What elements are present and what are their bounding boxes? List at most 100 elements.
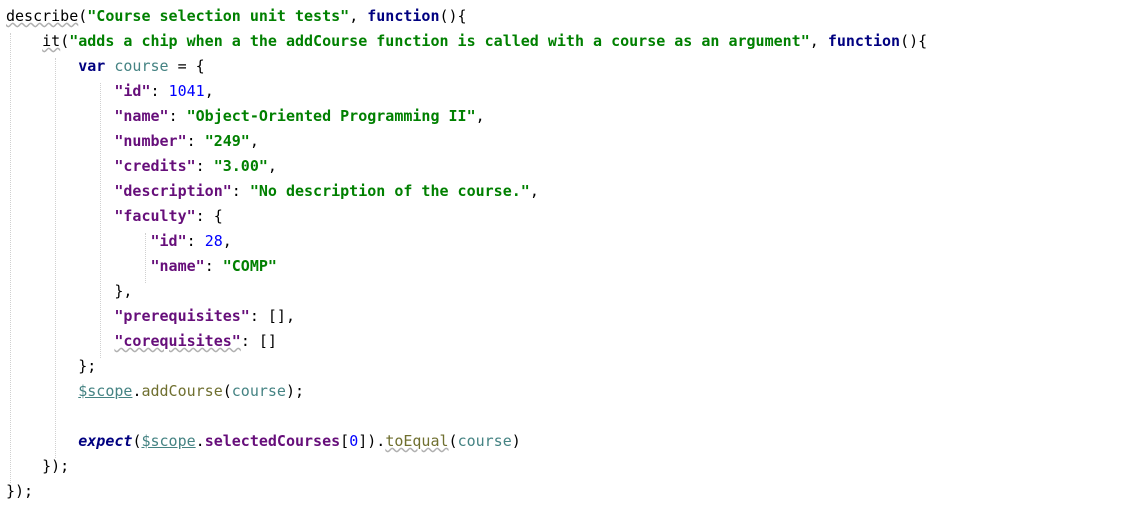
code-token: ( [60, 32, 70, 50]
code-token: : [204, 257, 223, 275]
code-token: : [], [249, 307, 295, 325]
code-line[interactable]: "corequisites": [] [6, 329, 277, 354]
code-token: "prerequisites" [114, 307, 250, 325]
code-token: , [249, 132, 259, 150]
code-token: : [] [240, 332, 277, 350]
code-line[interactable]: "name": "Object-Oriented Programming II"… [6, 104, 484, 129]
code-token: "Course selection unit tests" [87, 7, 350, 25]
code-token: , [809, 32, 828, 50]
code-token: }); [6, 482, 34, 500]
code-token: , [529, 182, 539, 200]
code-line[interactable]: "id": 28, [6, 229, 232, 254]
code-line[interactable]: $scope.addCourse(course); [6, 379, 304, 404]
code-line[interactable]: "id": 1041, [6, 79, 214, 104]
code-token: it [42, 32, 61, 50]
code-token: function [827, 32, 901, 50]
code-token: "adds a chip when a the addCourse functi… [69, 32, 810, 50]
code-line[interactable]: expect ( $scope.selectedCourses[0]).toEqua… [6, 429, 521, 454]
code-token: "name" [114, 107, 169, 125]
code-token: addCourse [141, 382, 223, 400]
code-token: : [186, 132, 205, 150]
code-line[interactable]: }); [6, 479, 33, 504]
code-token: ); [285, 382, 305, 400]
code-token: 0 [349, 432, 359, 450]
code-token: . [195, 432, 205, 450]
code-line[interactable]: "prerequisites": [], [6, 304, 295, 329]
code-token: expect [78, 432, 133, 450]
code-token: }, [6, 282, 133, 300]
code-token: "faculty" [114, 207, 196, 225]
code-token: , [204, 82, 214, 100]
code-token: (){ [439, 7, 467, 25]
code-token: : [195, 157, 214, 175]
code-token: ) [511, 432, 521, 450]
code-line[interactable]: "name": "COMP" [6, 254, 277, 279]
code-token: 1041 [168, 82, 205, 100]
code-token: course [457, 432, 512, 450]
code-token: : { [195, 207, 223, 225]
code-token: "corequisites" [114, 332, 241, 350]
code-token: selectedCourses [204, 432, 341, 450]
code-token: toEqual [385, 432, 449, 450]
code-line[interactable]: }); [6, 454, 69, 479]
code-token: "id" [114, 82, 151, 100]
code-token: "Object-Oriented Programming II" [186, 107, 476, 125]
code-token: , [267, 157, 277, 175]
code-token: ( [448, 432, 458, 450]
code-line[interactable]: }, [6, 279, 132, 304]
code-token: "number" [114, 132, 187, 150]
code-token: "description" [114, 182, 232, 200]
code-token: , [222, 232, 232, 250]
code-token: var [78, 57, 115, 75]
code-token: , [349, 7, 368, 25]
code-token: course [114, 57, 169, 75]
code-line[interactable]: "description": "No description of the co… [6, 179, 539, 204]
code-token: "name" [150, 257, 205, 275]
code-token: }); [6, 457, 70, 475]
code-token: 28 [204, 232, 223, 250]
code-token: ( [78, 7, 88, 25]
code-token: $scope [141, 432, 196, 450]
code-token: $scope [78, 382, 133, 400]
code-editor[interactable]: describe("Course selection unit tests", … [0, 0, 1129, 515]
code-token: function [367, 7, 440, 25]
code-token: describe [6, 7, 79, 25]
code-line[interactable]: describe("Course selection unit tests", … [6, 4, 467, 29]
code-token: : [168, 107, 187, 125]
code-token: course [231, 382, 286, 400]
code-line[interactable]: "number": "249", [6, 129, 259, 154]
code-token: "credits" [114, 157, 196, 175]
code-token: : [186, 232, 205, 250]
code-token: "No description of the course." [249, 182, 530, 200]
code-line[interactable]: var course = { [6, 54, 205, 79]
code-token: "COMP" [222, 257, 277, 275]
code-token: ]). [358, 432, 386, 450]
code-line[interactable]: "credits": "3.00", [6, 154, 277, 179]
code-token: }; [6, 357, 97, 375]
code-line[interactable]: }; [6, 354, 96, 379]
code-token: "id" [150, 232, 187, 250]
code-token: : [150, 82, 169, 100]
code-token: (){ [900, 32, 928, 50]
code-token: = { [168, 57, 205, 75]
code-token: ( [222, 382, 232, 400]
code-line[interactable]: "faculty": { [6, 204, 223, 229]
code-token: "249" [204, 132, 250, 150]
code-line[interactable]: it("adds a chip when a the addCourse fun… [6, 29, 927, 54]
code-token: [ [340, 432, 350, 450]
code-token: : [231, 182, 250, 200]
code-token: "3.00" [213, 157, 268, 175]
